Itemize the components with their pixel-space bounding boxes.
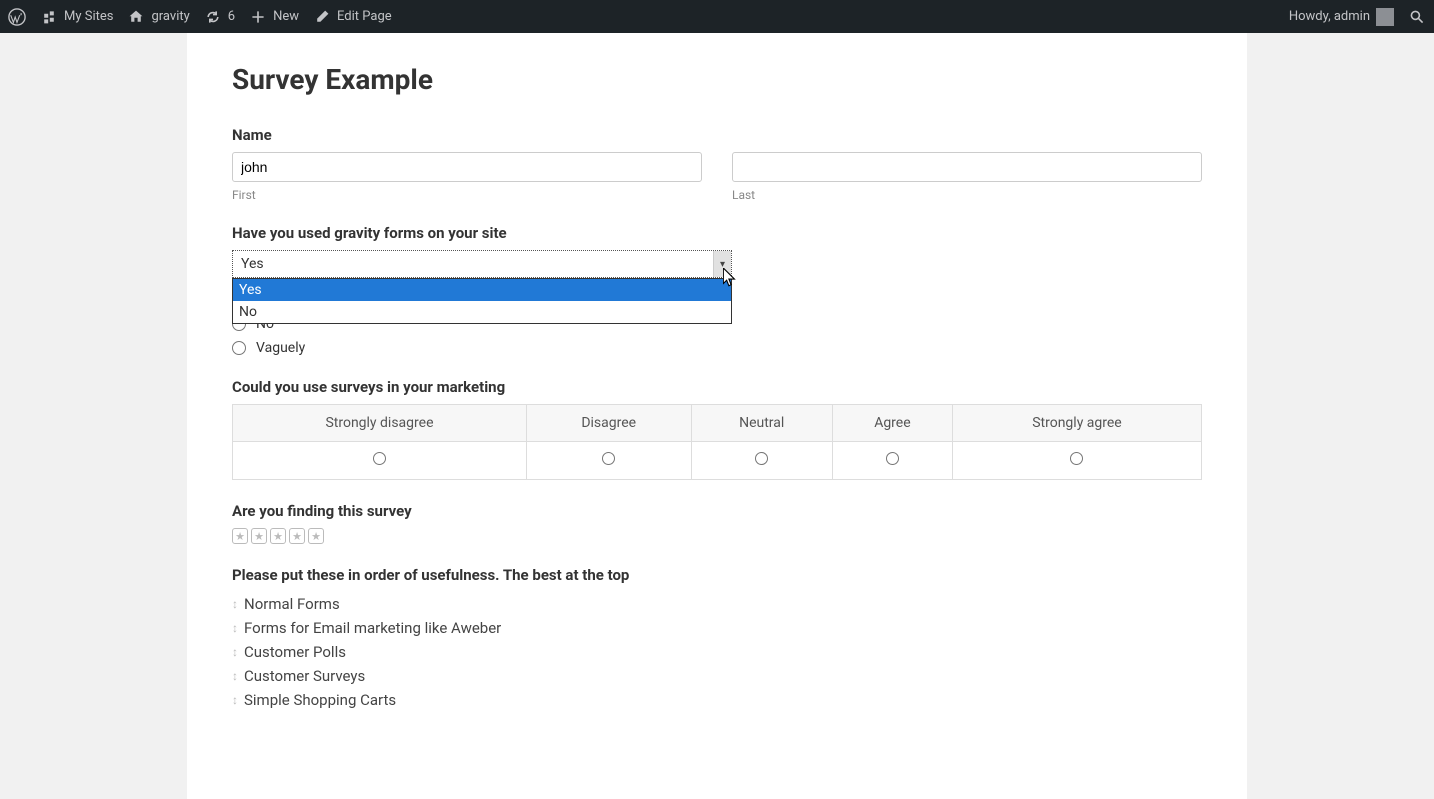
ranking-item-label: Simple Shopping Carts — [244, 691, 396, 709]
drag-handle-icon[interactable]: ↕ — [232, 693, 238, 707]
likert-col-header: Strongly disagree — [233, 405, 527, 442]
refresh-icon — [204, 8, 222, 26]
likert-field-group: Could you use surveys in your marketing … — [232, 378, 1202, 480]
dropdown-list: Yes No — [232, 278, 732, 324]
drag-handle-icon[interactable]: ↕ — [232, 597, 238, 611]
drag-handle-icon[interactable]: ↕ — [232, 645, 238, 659]
ranking-item[interactable]: ↕ Customer Surveys — [232, 664, 1202, 688]
likert-table: Strongly disagree Disagree Neutral Agree… — [232, 404, 1202, 480]
network-icon — [40, 8, 58, 26]
wp-logo[interactable] — [8, 8, 26, 26]
ranking-list: ↕ Normal Forms ↕ Forms for Email marketi… — [232, 592, 1202, 712]
avatar — [1376, 8, 1394, 26]
ranking-item[interactable]: ↕ Forms for Email marketing like Aweber — [232, 616, 1202, 640]
pencil-icon — [313, 8, 331, 26]
star-icon[interactable]: ★ — [308, 528, 324, 544]
ranking-field-group: Please put these in order of usefulness.… — [232, 566, 1202, 712]
star-rating[interactable]: ★ ★ ★ ★ ★ — [232, 528, 1202, 544]
likert-radio[interactable] — [373, 452, 386, 465]
dropdown-option-yes[interactable]: Yes — [233, 279, 731, 301]
user-menu[interactable]: Howdy, admin — [1289, 8, 1394, 26]
likert-col-header: Disagree — [526, 405, 691, 442]
my-sites-link[interactable]: My Sites — [40, 8, 113, 26]
wp-admin-bar: My Sites gravity 6 New Edit Page — [0, 0, 1434, 33]
plus-icon — [249, 8, 267, 26]
updates-link[interactable]: 6 — [204, 8, 235, 26]
star-icon[interactable]: ★ — [270, 528, 286, 544]
likert-col-header: Agree — [832, 405, 952, 442]
select-selected-value: Yes — [241, 256, 264, 272]
likert-col-header: Neutral — [691, 405, 832, 442]
home-icon — [127, 8, 145, 26]
adminbar-right: Howdy, admin — [1289, 8, 1426, 26]
ranking-item-label: Normal Forms — [244, 595, 340, 613]
likert-row — [233, 442, 1202, 480]
first-name-input[interactable] — [232, 152, 702, 182]
last-name-input[interactable] — [732, 152, 1202, 182]
site-link[interactable]: gravity — [127, 8, 189, 26]
radio-option-vaguely[interactable]: Vaguely — [232, 340, 1202, 356]
ranking-item[interactable]: ↕ Normal Forms — [232, 592, 1202, 616]
howdy-label: Howdy, admin — [1289, 9, 1370, 24]
my-sites-label: My Sites — [64, 9, 113, 24]
ranking-item-label: Customer Polls — [244, 643, 346, 661]
rating-field-group: Are you finding this survey ★ ★ ★ ★ ★ — [232, 502, 1202, 544]
chevron-down-icon[interactable]: ▾ — [713, 251, 731, 277]
first-sub-label: First — [232, 188, 702, 202]
select-display[interactable]: Yes ▾ — [232, 250, 732, 278]
search-toggle[interactable] — [1408, 8, 1426, 26]
ranking-item[interactable]: ↕ Customer Polls — [232, 640, 1202, 664]
search-icon — [1408, 8, 1426, 26]
last-sub-label: Last — [732, 188, 1202, 202]
radio-input[interactable] — [232, 341, 246, 355]
name-field-group: Name First Last — [232, 126, 1202, 202]
used-gravity-label: Have you used gravity forms on your site — [232, 224, 1202, 242]
site-name-label: gravity — [151, 9, 189, 24]
rating-label: Are you finding this survey — [232, 502, 1202, 520]
adminbar-left: My Sites gravity 6 New Edit Page — [8, 8, 392, 26]
name-label: Name — [232, 126, 1202, 144]
new-content-link[interactable]: New — [249, 8, 299, 26]
ranking-item-label: Customer Surveys — [244, 667, 365, 685]
star-icon[interactable]: ★ — [232, 528, 248, 544]
used-gravity-select[interactable]: Yes ▾ Yes No — [232, 250, 732, 278]
star-icon[interactable]: ★ — [251, 528, 267, 544]
ranking-label: Please put these in order of usefulness.… — [232, 566, 1202, 584]
likert-col-header: Strongly agree — [952, 405, 1201, 442]
wordpress-icon — [8, 8, 26, 26]
ranking-item-label: Forms for Email marketing like Aweber — [244, 619, 501, 637]
ranking-item[interactable]: ↕ Simple Shopping Carts — [232, 688, 1202, 712]
new-label: New — [273, 9, 299, 24]
edit-page-link[interactable]: Edit Page — [313, 8, 392, 26]
radio-label: Vaguely — [256, 340, 305, 356]
drag-handle-icon[interactable]: ↕ — [232, 621, 238, 635]
star-icon[interactable]: ★ — [289, 528, 305, 544]
page-content: Survey Example Name First Last Have you … — [187, 33, 1247, 799]
updates-count: 6 — [228, 9, 235, 24]
likert-radio[interactable] — [602, 452, 615, 465]
likert-label: Could you use surveys in your marketing — [232, 378, 1202, 396]
likert-radio[interactable] — [886, 452, 899, 465]
page-title: Survey Example — [232, 63, 1202, 96]
used-gravity-field-group: Have you used gravity forms on your site… — [232, 224, 1202, 278]
drag-handle-icon[interactable]: ↕ — [232, 669, 238, 683]
likert-radio[interactable] — [1070, 452, 1083, 465]
dropdown-option-no[interactable]: No — [233, 301, 731, 323]
edit-page-label: Edit Page — [337, 9, 392, 24]
likert-radio[interactable] — [755, 452, 768, 465]
